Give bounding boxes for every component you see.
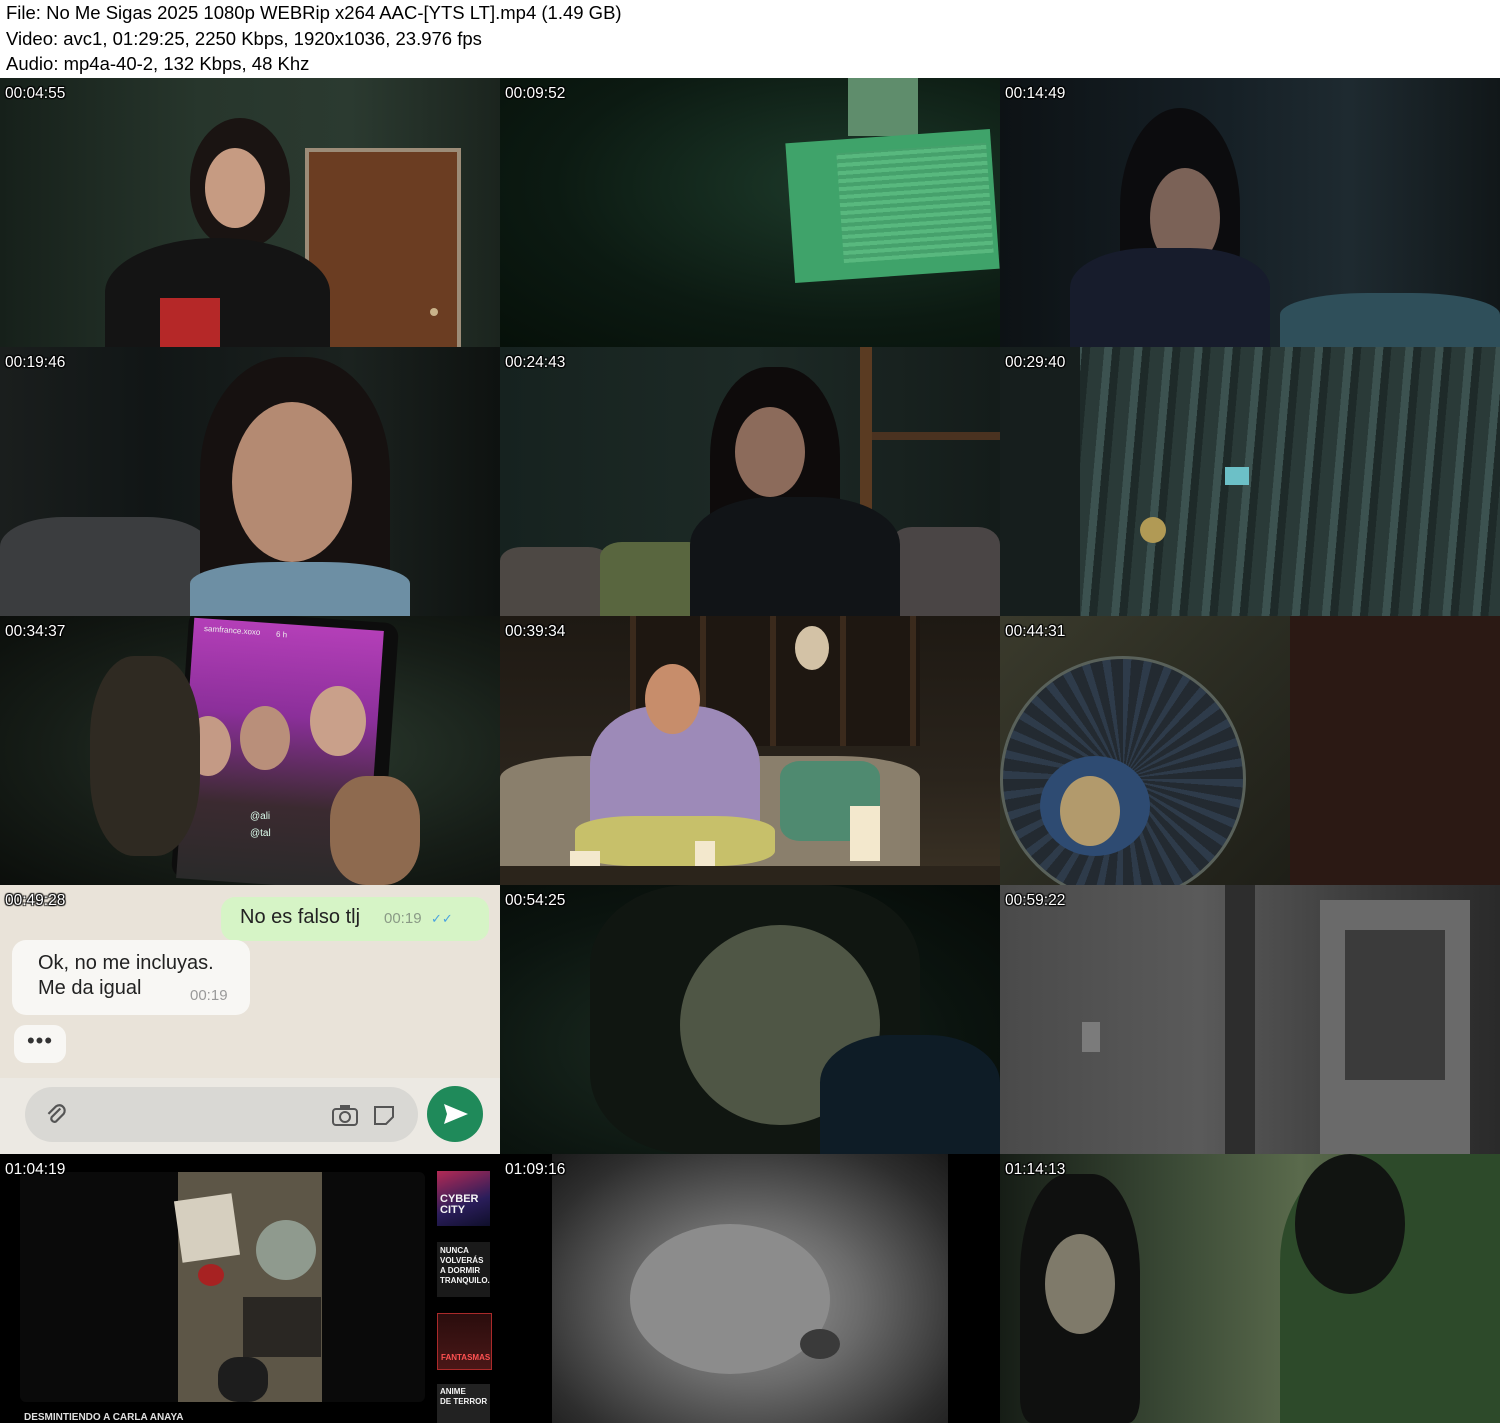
frame-timestamp: 01:09:16 [505, 1161, 566, 1178]
frame-15: 01:14:13 [1000, 1154, 1500, 1423]
frame-timestamp: 01:04:19 [5, 1161, 66, 1178]
camera-icon[interactable] [331, 1103, 359, 1127]
video-caption: DESMINTIENDO A CARLA ANAYA [24, 1412, 184, 1423]
frame-12: 00:59:22 [1000, 885, 1500, 1154]
story-tag-1: @ali [250, 811, 271, 822]
message-input-bar [0, 1078, 500, 1154]
frame-14: 01:09:16 [500, 1154, 1000, 1423]
suggested-video-1[interactable]: CYBER CITY [437, 1171, 490, 1226]
frame-timestamp: 00:49:28 [5, 892, 66, 909]
incoming-message-time: 00:19 [190, 987, 228, 1004]
outgoing-message-text: No es falso tlj [240, 906, 361, 928]
sticker-icon[interactable] [372, 1103, 396, 1127]
info-header: File: No Me Sigas 2025 1080p WEBRip x264… [0, 0, 1500, 78]
suggested-video-3-title: FANTASMAS [441, 1353, 491, 1362]
suggested-video-4-title: ANIME DE TERROR [440, 1387, 488, 1406]
thumbnail-grid: 00:04:55 00:09:52 00:14:49 00:19:46 00:2… [0, 78, 1500, 1423]
frame-11: 00:54:25 [500, 885, 1000, 1154]
send-icon [444, 1104, 468, 1124]
typing-indicator: ••• [14, 1025, 66, 1063]
frame-timestamp: 00:14:49 [1005, 85, 1066, 102]
incoming-message-line-2: Me da igual [38, 977, 142, 999]
attach-icon[interactable] [43, 1102, 69, 1128]
frame-13-menu: CYBER CITY NUNCA VOLVERÁS A DORMIR TRANQ… [0, 1154, 500, 1423]
frame-timestamp: 00:29:40 [1005, 354, 1066, 371]
suggested-video-1-title: CYBER CITY [440, 1193, 479, 1216]
message-input[interactable] [25, 1087, 418, 1142]
frame-6: 00:29:40 [1000, 347, 1500, 616]
frame-timestamp: 00:54:25 [505, 892, 566, 909]
outgoing-message: No es falso tlj 00:19 ✓✓ [221, 897, 489, 941]
file-info: File: No Me Sigas 2025 1080p WEBRip x264… [6, 2, 622, 23]
suggested-video-2[interactable]: NUNCA VOLVERÁS A DORMIR TRANQUILO... [437, 1242, 490, 1297]
incoming-message: Ok, no me incluyas. Me da igual 00:19 [12, 940, 250, 1015]
frame-8: 00:39:34 [500, 616, 1000, 885]
video-frame-photo [173, 1172, 322, 1402]
frame-timestamp: 00:39:34 [505, 623, 566, 640]
frame-timestamp: 00:34:37 [5, 623, 66, 640]
frame-timestamp: 00:59:22 [1005, 892, 1066, 909]
frame-timestamp: 00:19:46 [5, 354, 66, 371]
incoming-message-line-1: Ok, no me incluyas. [38, 952, 214, 974]
outgoing-message-time: 00:19 [384, 910, 422, 927]
suggested-video-2-title: NUNCA VOLVERÁS A DORMIR TRANQUILO... [440, 1246, 490, 1285]
story-tag-2: @tal [250, 828, 271, 839]
frame-timestamp: 00:24:43 [505, 354, 566, 371]
frame-1: 00:04:55 [0, 78, 500, 347]
frame-5: 00:24:43 [500, 347, 1000, 616]
video-info: Video: avc1, 01:29:25, 2250 Kbps, 1920x1… [6, 28, 482, 49]
frame-3: 00:14:49 [1000, 78, 1500, 347]
frame-10-chat: No es falso tlj 00:19 ✓✓ Ok, no me inclu… [0, 885, 500, 1154]
frame-timestamp: 00:04:55 [5, 85, 66, 102]
suggested-video-4[interactable]: ANIME DE TERROR [437, 1384, 490, 1423]
frame-4: 00:19:46 [0, 347, 500, 616]
frame-timestamp: 00:09:52 [505, 85, 566, 102]
audio-info: Audio: mp4a-40-2, 132 Kbps, 48 Khz [6, 53, 310, 74]
suggested-video-3[interactable]: FANTASMAS [437, 1313, 492, 1370]
frame-timestamp: 01:14:13 [1005, 1161, 1066, 1178]
read-receipt-icon: ✓✓ [431, 911, 453, 926]
story-age: 6 h [275, 629, 288, 640]
frame-9: 00:44:31 [1000, 616, 1500, 885]
frame-2: 00:09:52 [500, 78, 1000, 347]
frame-7: samfrance.xoxo 6 h @ali @tal 00:34:37 [0, 616, 500, 885]
frame-timestamp: 00:44:31 [1005, 623, 1066, 640]
send-button[interactable] [427, 1086, 483, 1142]
